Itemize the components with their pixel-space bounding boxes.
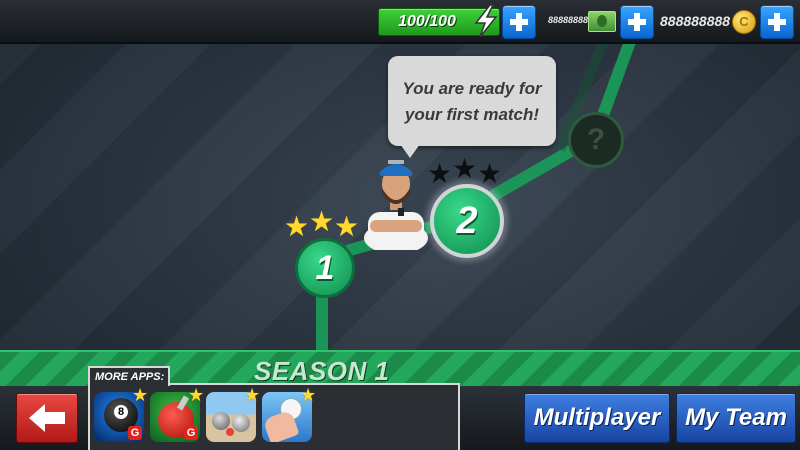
season-map-screen: 100/100 888888888 888888888 C You are re…: [0, 0, 800, 450]
lightning-bolt-icon: [474, 4, 498, 38]
level-node-2[interactable]: 2: [430, 184, 504, 258]
coin-icon: C: [732, 10, 756, 34]
my-team-button[interactable]: My Team: [676, 393, 796, 443]
level-node-1[interactable]: 1: [295, 238, 355, 298]
star-icon: ★: [284, 211, 310, 242]
arrow-left-icon: [29, 404, 65, 432]
app-badge: G: [184, 426, 198, 440]
coach-character: [364, 160, 428, 250]
coin-value: 888888888: [660, 13, 731, 29]
star-icon: ★: [309, 206, 335, 237]
back-button[interactable]: [16, 393, 78, 443]
add-energy-button[interactable]: [502, 5, 536, 39]
more-apps-label: MORE APPS:: [88, 366, 170, 386]
multiplayer-button[interactable]: Multiplayer: [524, 393, 670, 443]
add-coins-button[interactable]: [760, 5, 794, 39]
star-icon: ★: [244, 385, 261, 405]
top-status-bar: 100/100 888888888 888888888 C: [0, 0, 800, 44]
star-icon: ★: [300, 385, 317, 405]
star-icon: ★: [334, 211, 360, 242]
energy-value: 100/100: [398, 13, 456, 30]
cash-icon: [588, 11, 616, 32]
empty-star-icon: ★: [477, 158, 503, 189]
add-cash-button[interactable]: [620, 5, 654, 39]
coach-speech-bubble: You are ready for your first match!: [388, 56, 556, 158]
empty-star-icon: ★: [452, 153, 478, 184]
level-node-locked[interactable]: ?: [568, 112, 624, 168]
app-badge: G: [128, 426, 142, 440]
star-icon: ★: [132, 385, 149, 405]
star-icon: ★: [188, 385, 205, 405]
empty-star-icon: ★: [427, 158, 453, 189]
coach-message: You are ready for your first match!: [402, 79, 542, 124]
cash-value: 888888888: [548, 15, 594, 25]
